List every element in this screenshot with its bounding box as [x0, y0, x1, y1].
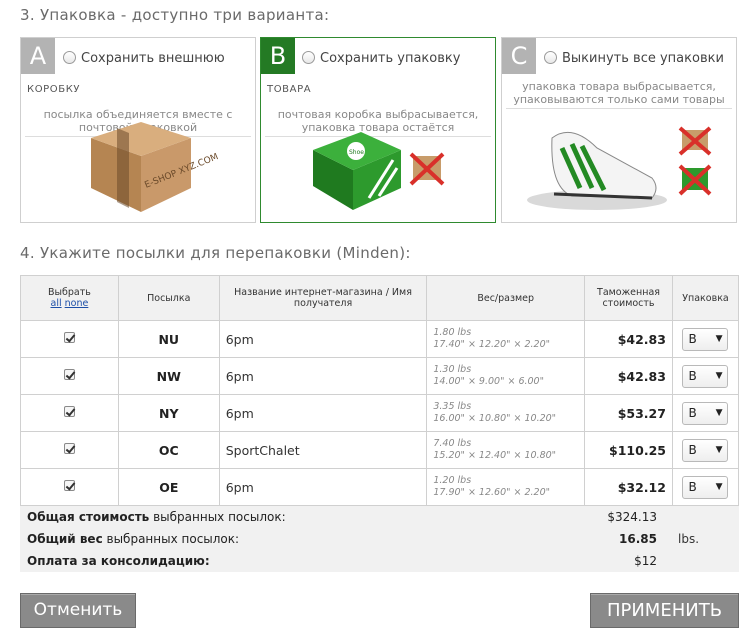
packing-select-value: B [688, 442, 697, 457]
packing-option-b[interactable]: B Сохранить упаковку товара почтовая кор… [260, 37, 496, 223]
discarded-shoebox-icon [678, 164, 712, 196]
shop-name: 6pm [218, 320, 428, 358]
chevron-down-icon: ▼ [715, 333, 723, 344]
section-3-title: 3. Упаковка - доступно три варианта: [20, 6, 330, 24]
sneakers-image [527, 126, 712, 210]
weight: 1.30 lbs [433, 364, 472, 375]
col-select-label: Выбрать [47, 287, 91, 298]
table-row: NW 6pm 1.30 lbs 14.00" × 9.00" × 6.00" $4… [20, 357, 740, 395]
parcels-table: Выбрать all none Посылка Название интерн… [20, 275, 740, 506]
customs-value: $110.25 [584, 431, 673, 469]
chevron-down-icon: ▼ [715, 407, 723, 418]
col-weight: Вес/размер [426, 275, 586, 321]
weight: 1.20 lbs [433, 475, 472, 486]
shop-name: SportChalet [218, 431, 428, 469]
col-packing: Упаковка [671, 275, 740, 321]
parcel-code: NU [117, 320, 220, 358]
packing-select[interactable]: B ▼ [682, 438, 729, 462]
parcel-code: OC [117, 431, 220, 469]
table-header-row: Выбрать all none Посылка Название интерн… [20, 275, 740, 321]
total-weight-label: Общий вес выбранных посылок: [27, 532, 240, 546]
parcel-code: NY [117, 394, 220, 432]
total-weight-row: Общий вес выбранных посылок: 16.85 lbs. [20, 528, 739, 550]
row-checkbox[interactable] [63, 369, 75, 380]
customs-value: $32.12 [584, 468, 673, 506]
cardboard-box-image: E-SHOP XYZ.COM [91, 122, 220, 212]
packing-select[interactable]: B ▼ [682, 401, 729, 425]
shop-name: 6pm [218, 394, 428, 432]
consolidation-fee-label: Оплата за консолидацию: [27, 554, 210, 568]
total-cost-row: Общая стоимость выбранных посылок: $324.… [20, 506, 739, 528]
packing-select[interactable]: B ▼ [682, 475, 729, 499]
section-4-title: 4. Укажите посылки для перепаковки (Mind… [20, 244, 411, 262]
dimensions: 15.20" × 12.40" × 10.80" [433, 450, 557, 461]
row-checkbox[interactable] [63, 443, 75, 454]
customs-value: $42.83 [584, 357, 673, 395]
consolidation-fee-row: Оплата за консолидацию: $12 [20, 550, 739, 572]
weight: 3.35 lbs [433, 401, 472, 412]
col-shop: Название интернет-магазина / Имя получат… [218, 275, 428, 321]
shop-name: 6pm [218, 357, 428, 395]
consolidation-fee-value: $12 [634, 554, 657, 568]
row-checkbox[interactable] [63, 480, 75, 491]
weight-unit: lbs. [678, 532, 700, 546]
discarded-box-icon [678, 126, 712, 156]
shop-name: 6pm [218, 468, 428, 506]
packing-option-c[interactable]: C Выкинуть все упаковки упаковка товара … [501, 37, 737, 223]
row-checkbox[interactable] [63, 406, 75, 417]
row-checkbox[interactable] [63, 332, 75, 343]
total-cost-label: Общая стоимость выбранных посылок: [27, 510, 286, 524]
apply-button[interactable]: ПРИМЕНИТЬ [590, 593, 739, 628]
table-row: NU 6pm 1.80 lbs 17.40" × 12.20" × 2.20" $… [20, 320, 740, 358]
weight: 7.40 lbs [433, 438, 472, 449]
parcel-code: NW [117, 357, 220, 395]
cancel-button[interactable]: Отменить [20, 593, 136, 628]
col-customs: Таможенная стоимость [584, 275, 673, 321]
select-none-link[interactable]: none [65, 298, 89, 309]
dimensions: 16.00" × 10.80" × 10.20" [433, 413, 557, 424]
weight-size: 1.30 lbs 14.00" × 9.00" × 6.00" [426, 357, 586, 395]
total-cost-value: $324.13 [607, 510, 657, 524]
weight: 1.80 lbs [433, 327, 472, 338]
chevron-down-icon: ▼ [715, 370, 723, 381]
weight-size: 1.80 lbs 17.40" × 12.20" × 2.20" [426, 320, 586, 358]
weight-size: 7.40 lbs 15.20" × 12.40" × 10.80" [426, 431, 586, 469]
packing-option-a[interactable]: A Сохранить внешнюю коробку посылка объе… [20, 37, 256, 223]
table-row: OE 6pm 1.20 lbs 17.90" × 12.60" × 2.20" $… [20, 468, 740, 506]
weight-size: 1.20 lbs 17.90" × 12.60" × 2.20" [426, 468, 586, 506]
total-weight-value: 16.85 [619, 532, 657, 546]
chevron-down-icon: ▼ [715, 481, 723, 492]
weight-size: 3.35 lbs 16.00" × 10.80" × 10.20" [426, 394, 586, 432]
col-select: Выбрать all none [20, 275, 119, 321]
shoebox-image: Shoe [313, 132, 445, 210]
packing-select[interactable]: B ▼ [682, 364, 729, 388]
parcel-code: OE [117, 468, 220, 506]
table-row: NY 6pm 3.35 lbs 16.00" × 10.80" × 10.20" … [20, 394, 740, 432]
packing-select-value: B [688, 331, 697, 346]
packing-select[interactable]: B ▼ [682, 327, 729, 351]
col-parcel: Посылка [117, 275, 220, 321]
packing-select-value: B [688, 405, 697, 420]
select-all-link[interactable]: all [51, 298, 62, 309]
dimensions: 17.40" × 12.20" × 2.20" [433, 339, 551, 350]
packing-select-value: B [688, 368, 697, 383]
dimensions: 14.00" × 9.00" × 6.00" [433, 376, 544, 387]
chevron-down-icon: ▼ [715, 444, 723, 455]
dimensions: 17.90" × 12.60" × 2.20" [433, 487, 551, 498]
customs-value: $42.83 [584, 320, 673, 358]
shoebox-print: Shoe [349, 149, 364, 156]
customs-value: $53.27 [584, 394, 673, 432]
table-row: OC SportChalet 7.40 lbs 15.20" × 12.40" ×… [20, 431, 740, 469]
packing-select-value: B [688, 479, 697, 494]
discarded-box-icon [409, 152, 445, 186]
